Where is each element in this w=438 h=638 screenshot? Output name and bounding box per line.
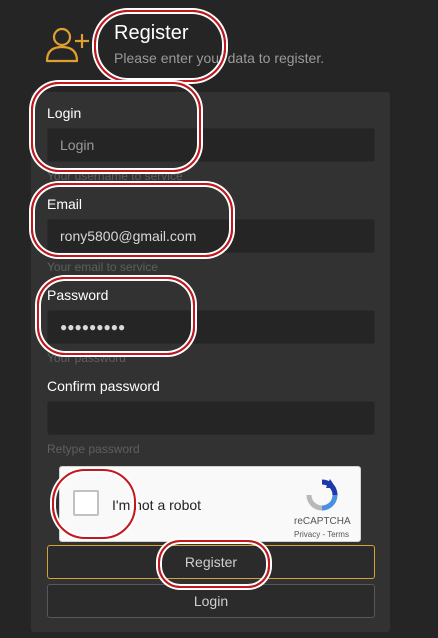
login-label: Login bbox=[47, 105, 82, 121]
page-title: Register bbox=[114, 22, 189, 44]
confirm-password-help-text: Retype password bbox=[47, 442, 140, 456]
recaptcha-brand: reCAPTCHA bbox=[294, 516, 351, 527]
recaptcha-label: I'm not a robot bbox=[112, 497, 202, 513]
login-help-text: Your username to service bbox=[47, 169, 183, 183]
password-label: Password bbox=[47, 287, 109, 303]
password-input[interactable] bbox=[47, 310, 375, 344]
add-user-icon bbox=[45, 27, 89, 63]
login-button[interactable]: Login bbox=[47, 584, 375, 618]
password-help-text: Your password bbox=[47, 351, 126, 365]
recaptcha-privacy-terms-link[interactable]: Privacy - Terms bbox=[294, 530, 349, 539]
recaptcha-widget: I'm not a robot reCAPTCHA Privacy - Term… bbox=[59, 466, 361, 542]
email-help-text: Your email to service bbox=[47, 260, 158, 274]
email-input[interactable] bbox=[47, 219, 375, 253]
login-input[interactable] bbox=[47, 128, 375, 162]
recaptcha-checkbox[interactable] bbox=[73, 490, 99, 516]
confirm-password-input[interactable] bbox=[47, 401, 375, 435]
confirm-password-label: Confirm password bbox=[47, 378, 160, 394]
recaptcha-logo-icon bbox=[306, 479, 338, 511]
register-button[interactable]: Register bbox=[47, 545, 375, 579]
page-header: Register Please enter your data to regis… bbox=[0, 0, 438, 92]
page-subtitle: Please enter your data to register. bbox=[114, 50, 325, 66]
email-label: Email bbox=[47, 196, 83, 212]
